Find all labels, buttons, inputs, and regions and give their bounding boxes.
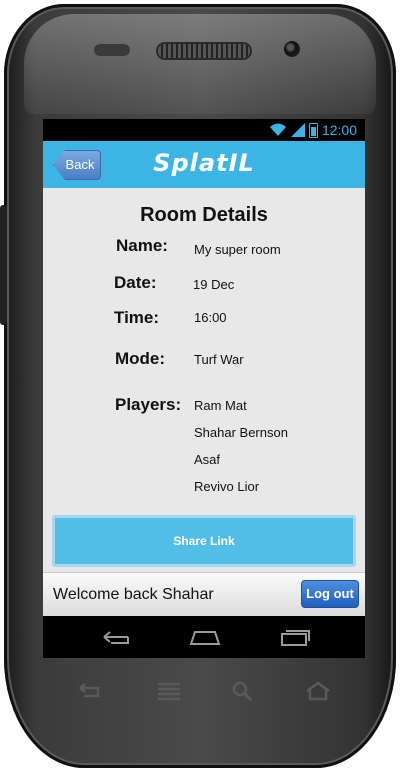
- share-link-container: Share Link: [52, 515, 356, 567]
- hw-back-icon[interactable]: [76, 680, 104, 702]
- mode-label: Mode:: [115, 349, 166, 368]
- battery-icon: [308, 122, 318, 138]
- volume-button: [0, 205, 7, 325]
- status-time: 12:00: [321, 122, 357, 138]
- signal-icon: [290, 123, 305, 137]
- app-bar: Back SplatIL: [43, 141, 365, 188]
- mode-value: Turf War: [194, 352, 244, 367]
- page-title: Room Details: [140, 204, 268, 226]
- share-link-button[interactable]: Share Link: [55, 518, 353, 564]
- name-value: My super room: [194, 242, 281, 257]
- room-details-panel: Room Details Name: My super room Date: 1…: [43, 188, 365, 572]
- hw-menu-icon[interactable]: [156, 680, 182, 702]
- welcome-message: Welcome back Shahar: [53, 586, 214, 603]
- footer-bar: Welcome back Shahar Log out: [43, 572, 365, 616]
- earpiece-speaker: [158, 44, 250, 58]
- back-icon[interactable]: [101, 628, 131, 646]
- time-label: Time:: [114, 308, 160, 327]
- player-item: Revivo Lior: [194, 479, 260, 494]
- navigation-bar: [43, 616, 365, 658]
- app-title: SplatIL: [153, 149, 255, 177]
- player-item: Ram Mat: [194, 398, 247, 413]
- date-label: Date:: [114, 273, 157, 292]
- time-value: 16:00: [194, 310, 227, 325]
- front-camera: [284, 41, 300, 57]
- player-item: Asaf: [194, 452, 221, 467]
- phone-sheen: [24, 14, 376, 114]
- home-icon[interactable]: [189, 628, 221, 646]
- wifi-icon: [269, 123, 286, 136]
- hw-home-icon[interactable]: [304, 680, 332, 702]
- recents-icon[interactable]: [280, 628, 310, 646]
- date-value: 19 Dec: [193, 277, 235, 292]
- hardware-keys: [0, 680, 400, 710]
- name-label: Name:: [116, 236, 168, 255]
- screen: 12:00 Back SplatIL Room Details Name: My…: [43, 119, 365, 658]
- logout-button[interactable]: Log out: [301, 580, 359, 608]
- players-label: Players:: [115, 395, 182, 414]
- status-bar: 12:00: [43, 119, 365, 141]
- proximity-sensor: [94, 44, 130, 56]
- hw-search-icon[interactable]: [231, 680, 255, 702]
- player-item: Shahar Bernson: [194, 425, 288, 440]
